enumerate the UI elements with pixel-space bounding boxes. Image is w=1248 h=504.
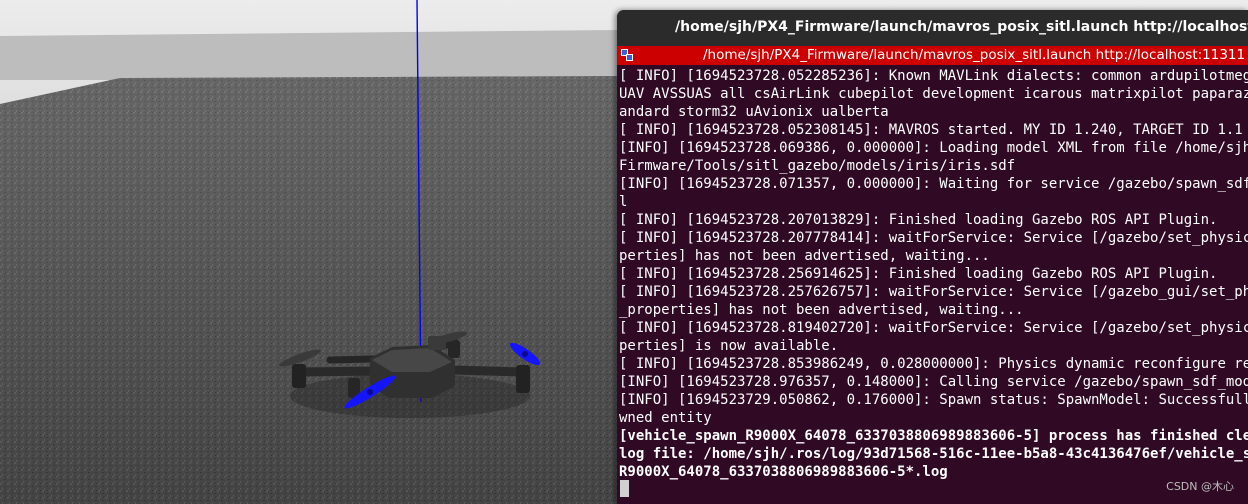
- terminal-line: _properties] has not been advertised, wa…: [619, 302, 1024, 318]
- terminal-cursor: [620, 480, 629, 497]
- terminal-tab-icon[interactable]: [620, 48, 634, 62]
- terminal-line: Firmware/Tools/sitl_gazebo/models/iris/i…: [619, 158, 1016, 174]
- terminal-line: [INFO] [1694523728.976357, 0.148000]: Ca…: [619, 374, 1248, 390]
- terminal-line: perties] has not been advertised, waitin…: [619, 248, 990, 264]
- terminal-tab[interactable]: /home/sjh/PX4_Firmware/launch/mavros_pos…: [617, 46, 1248, 65]
- window-titlebar[interactable]: /home/sjh/PX4_Firmware/launch/mavros_pos…: [617, 10, 1248, 46]
- terminal-line: UAV AVSSUAS all csAirLink cubepilot deve…: [619, 86, 1248, 102]
- window-title: /home/sjh/PX4_Firmware/launch/mavros_pos…: [675, 19, 1248, 35]
- terminal-line: [ INFO] [1694523728.257626757]: waitForS…: [619, 284, 1248, 300]
- terminal-line: log file: /home/sjh/.ros/log/93d71568-51…: [619, 446, 1248, 462]
- watermark: CSDN @木心: [1166, 480, 1234, 493]
- terminal-line: l: [619, 194, 628, 210]
- desktop: /home/sjh/PX4_Firmware/launch/mavros_pos…: [0, 0, 1248, 504]
- horizon-band: [0, 30, 617, 80]
- terminal-line: wned entity: [619, 410, 712, 426]
- terminal-line: andard storm32 uAvionix ualberta: [619, 104, 889, 120]
- terminal-output[interactable]: [ INFO] [1694523728.052285236]: Known MA…: [619, 67, 1248, 481]
- terminal-line: [INFO] [1694523729.050862, 0.176000]: Sp…: [619, 392, 1248, 408]
- terminal-line: perties] is now available.: [619, 338, 839, 354]
- tab-title: /home/sjh/PX4_Firmware/launch/mavros_pos…: [703, 47, 1246, 63]
- terminal-line: [ INFO] [1694523728.052308145]: MAVROS s…: [619, 122, 1243, 138]
- terminal-line: [INFO] [1694523728.069386, 0.000000]: Lo…: [619, 140, 1248, 156]
- terminal-line: [ INFO] [1694523728.207013829]: Finished…: [619, 212, 1218, 228]
- terminal-line: [ INFO] [1694523728.052285236]: Known MA…: [619, 68, 1248, 84]
- terminal-line: [ INFO] [1694523728.819402720]: waitForS…: [619, 320, 1248, 336]
- terminal-window[interactable]: /home/sjh/PX4_Firmware/launch/mavros_pos…: [617, 10, 1248, 504]
- ground-plane-shading: [0, 76, 617, 504]
- terminal-line: [INFO] [1694523728.071357, 0.000000]: Wa…: [619, 176, 1248, 192]
- terminal-line: [ INFO] [1694523728.207778414]: waitForS…: [619, 230, 1248, 246]
- terminal-line: [vehicle_spawn_R9000X_64078_633703880698…: [619, 428, 1248, 444]
- terminal-line: R9000X_64078_6337038806989883606-5*.log: [619, 464, 948, 480]
- terminal-line: [ INFO] [1694523728.256914625]: Finished…: [619, 266, 1218, 282]
- terminal-line: [ INFO] [1694523728.853986249, 0.0280000…: [619, 356, 1248, 372]
